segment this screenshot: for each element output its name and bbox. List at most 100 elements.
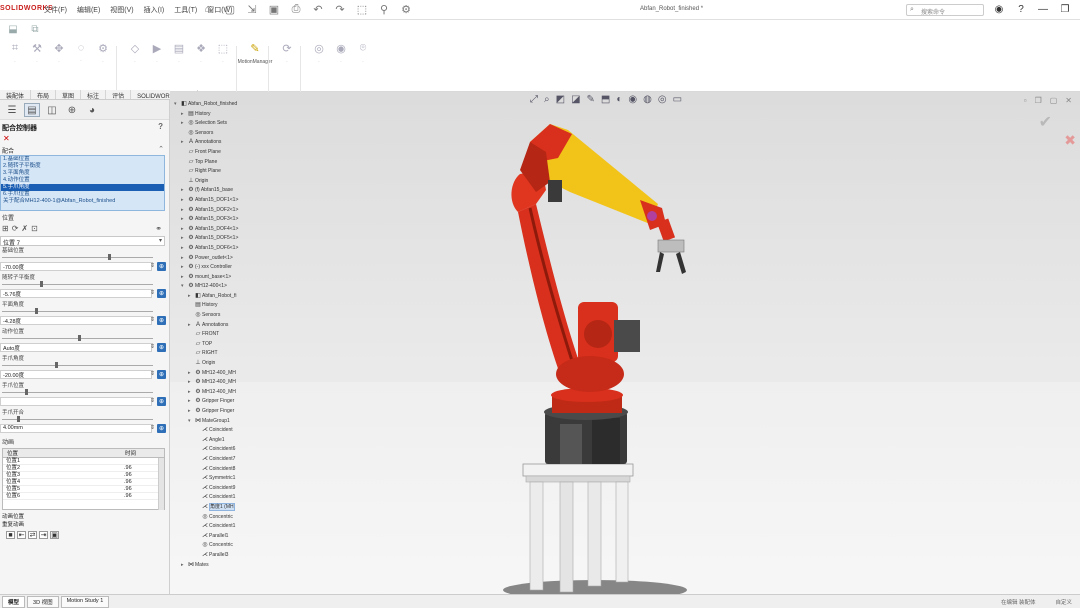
viewport-restore-icon[interactable]: ❐ [1035, 96, 1042, 105]
confirm-check-icon[interactable]: ✔ [1039, 112, 1052, 132]
menu-insert[interactable]: 插入(I) [144, 5, 165, 15]
redo-icon[interactable]: ↷ [332, 2, 348, 16]
select-icon[interactable]: ⬚ [354, 2, 370, 16]
timing-row[interactable]: 位置3 .96 [3, 472, 164, 479]
timing-scrollbar[interactable] [158, 458, 164, 510]
param-slider[interactable] [2, 389, 153, 395]
tree-node[interactable]: ⋌Parallel3 [174, 551, 268, 561]
feature-tree-tab-icon[interactable]: ☰ [4, 103, 20, 117]
tool-new-motion-study-icon[interactable]: ▶ · [146, 42, 168, 90]
spinner-icon[interactable]: ⇕ [150, 316, 155, 323]
slider-knob[interactable] [24, 389, 28, 395]
step-forward-icon[interactable]: ⇥ [39, 531, 48, 539]
tree-node[interactable]: ⋌Symmetric1 [174, 474, 268, 484]
step-back-icon[interactable]: ⇤ [17, 531, 26, 539]
section-view-icon[interactable]: ◪ [571, 94, 580, 105]
mate-list-item[interactable]: 4.动作位置 [1, 177, 164, 184]
tab-markup[interactable]: 标注 [81, 90, 107, 100]
display-style-icon[interactable]: ◐ [616, 94, 622, 105]
options-gear-icon[interactable]: ⚙ [398, 2, 414, 16]
restore-icon[interactable]: ❐ [1058, 2, 1072, 16]
tree-node[interactable]: ▸ ⚙Abfan15_DOF1<1> [174, 196, 268, 206]
tree-node[interactable]: ▸ ⋈Mates [174, 561, 268, 571]
tree-node[interactable]: ▤History [174, 301, 268, 311]
viewport-close-icon[interactable]: ✕ [1065, 96, 1072, 105]
play-icon[interactable]: ⇄ [28, 531, 37, 539]
tool-show-hidden-icon[interactable]: ◌ · [70, 42, 92, 90]
hide-show-icon[interactable]: ◉ [628, 94, 637, 105]
link-icon[interactable]: ⚭ [155, 224, 162, 234]
menu-file[interactable]: 文件(F) [44, 5, 67, 15]
tool-move-component-icon[interactable]: ✥ · [48, 42, 70, 90]
mate-list-item[interactable]: 6.手爪位置 [1, 191, 164, 198]
minimize-icon[interactable]: — [1036, 2, 1050, 16]
spinner-icon[interactable]: ⇕ [150, 424, 155, 431]
menu-view[interactable]: 视图(V) [110, 5, 133, 15]
timing-row[interactable]: 位置1 [3, 458, 164, 465]
param-slider[interactable] [2, 416, 153, 422]
tree-node[interactable]: ⊥Origin [174, 177, 268, 187]
tree-node[interactable]: ▸ ▤History [174, 110, 268, 120]
tree-node[interactable]: ▸ ⚙Abfan15_DOF5<1> [174, 234, 268, 244]
tool-capture-icon[interactable]: ◎ · [308, 42, 330, 90]
tree-node[interactable]: ⋌Coincident [174, 426, 268, 436]
lock-value-icon[interactable]: ⊕ [157, 262, 166, 271]
configuration-manager-tab-icon[interactable]: ◫ [44, 103, 60, 117]
spinner-icon[interactable]: ⇕ [150, 343, 155, 350]
tree-node[interactable]: ◎Concentric [174, 541, 268, 551]
tree-node[interactable]: ⋌Coincident7 [174, 455, 268, 465]
save-icon[interactable]: ▣ [266, 2, 282, 16]
zoom-to-fit-icon[interactable]: ⤢ [530, 94, 538, 105]
slider-knob[interactable] [77, 335, 81, 341]
tree-node[interactable]: ▱ Front Plane [174, 148, 268, 158]
home-icon[interactable]: ⌂ [200, 2, 216, 16]
lock-value-icon[interactable]: ⊕ [157, 289, 166, 298]
param-value-input[interactable] [0, 397, 152, 406]
tree-node[interactable]: ▾ ⋈MateGroup1 [174, 417, 268, 427]
tree-node[interactable]: ⊥Origin [174, 359, 268, 369]
viewport-minimize-icon[interactable]: ▫ [1024, 96, 1027, 105]
lock-value-icon[interactable]: ⊕ [157, 343, 166, 352]
tree-node[interactable]: ▸ ⚙Abfan15_DOF2<1> [174, 206, 268, 216]
tool-instant3d-icon[interactable]: ⬚ · [212, 42, 234, 90]
tree-node[interactable]: ▸ ⚙Gripper Finger [174, 397, 268, 407]
tab-assembly[interactable]: 装配体 [0, 90, 32, 100]
tree-node[interactable]: ▸ ◧Abfan_Robot_fi [174, 292, 268, 302]
status-custom[interactable]: 自定义 [1055, 598, 1072, 606]
cancel-x-icon[interactable]: ✖ [1064, 132, 1076, 149]
animation-timing-table[interactable]: 位置 时间 位置1 位置2 .96 位置3 .96 位置4 .96 位置5 .96 位置6 .96 [2, 448, 165, 510]
param-slider[interactable] [2, 335, 153, 341]
collect-mates-icon[interactable]: ⊞ [2, 224, 9, 234]
tree-node[interactable]: ▾ ◧Abfan_Robot_finished [174, 100, 268, 110]
tree-node[interactable]: ▸ ⚙(-) xxx Controller [174, 263, 268, 273]
viewport-maximize-icon[interactable]: ▢ [1050, 96, 1058, 105]
tree-node[interactable]: ▸ ⚙mount_base<1> [174, 273, 268, 283]
tab-evaluate[interactable]: 评估 [106, 90, 132, 100]
tree-node[interactable]: ▸ ⚙Abfan15_DOF4<1> [174, 225, 268, 235]
rebuild-icon[interactable]: ⚲ [376, 2, 392, 16]
tab-sketch[interactable]: 草图 [56, 90, 82, 100]
tab-motion-study[interactable]: Motion Study 1 [60, 596, 110, 608]
tab-model[interactable]: 模型 [2, 596, 26, 608]
tool-smart-fasteners-icon[interactable]: ⚒ · [26, 42, 48, 90]
spinner-icon[interactable]: ⇕ [150, 370, 155, 377]
tree-node[interactable]: ◎Sensors [174, 129, 268, 139]
slider-knob[interactable] [54, 362, 58, 368]
zoom-area-icon[interactable]: ⌕ [544, 94, 550, 105]
view-settings-icon[interactable]: ▭ [673, 94, 682, 105]
spinner-icon[interactable]: ⇕ [150, 397, 155, 404]
tree-node[interactable]: ▸ ⚙Gripper Finger [174, 407, 268, 417]
tool-exploded-view-icon[interactable]: ❖ · [190, 42, 212, 90]
param-value-input[interactable]: -20.00度 [0, 370, 152, 379]
record-icon[interactable]: ▣ [50, 531, 59, 539]
tree-node[interactable]: ▸ ⚙Abfan15_DOF3<1> [174, 215, 268, 225]
stop-icon[interactable]: ■ [6, 531, 15, 539]
property-manager-tab-icon[interactable]: ▤ [24, 103, 40, 117]
mate-list-item-selected[interactable]: 5.手爪角度 [1, 184, 164, 191]
tree-node[interactable]: ⋌Coincident6 [174, 445, 268, 455]
timing-row[interactable]: 位置2 .96 [3, 465, 164, 472]
section-mates-header[interactable]: 配合 ⌃ [0, 144, 169, 155]
dimxpert-tab-icon[interactable]: ⊕ [64, 103, 80, 117]
param-value-input[interactable]: Auto度 [0, 343, 152, 352]
tree-node[interactable]: ▱ FRONT [174, 330, 268, 340]
